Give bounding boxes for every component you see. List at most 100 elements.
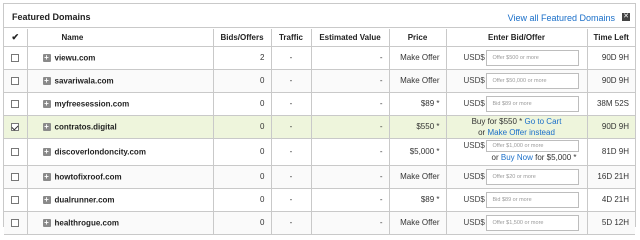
domain-name[interactable]: contratos.digital: [55, 122, 117, 131]
expand-plus-icon[interactable]: +: [42, 172, 51, 181]
time-left: 16D 21H: [587, 165, 635, 189]
currency-label: USD$: [463, 98, 485, 108]
domain-name[interactable]: savariwala.com: [55, 76, 114, 85]
bid-input[interactable]: Bid $89 or more: [485, 191, 579, 208]
row-checkbox[interactable]: [11, 172, 20, 181]
expand-plus-icon[interactable]: +: [42, 53, 51, 62]
table-row-selected: + contratos.digital 0 - - $550 * Buy for …: [4, 115, 635, 139]
bid-input[interactable]: Offer $20 or more: [485, 168, 579, 185]
col-enter-bid: Enter Bid/Offer: [446, 29, 588, 47]
time-left: 5D 12H: [587, 211, 635, 235]
price: $550 *: [389, 115, 447, 139]
col-time-left[interactable]: Time Left: [587, 29, 635, 47]
estimated-value: -: [311, 165, 390, 189]
close-icon[interactable]: ✕: [622, 13, 630, 21]
go-to-cart-link[interactable]: Go to Cart: [525, 117, 562, 126]
bid-input[interactable]: Offer $50,000 or more: [485, 72, 579, 89]
traffic-value: -: [271, 138, 312, 166]
col-price[interactable]: Price: [389, 29, 447, 47]
bids-count: 0: [213, 92, 272, 116]
domain-name[interactable]: myfreesession.com: [55, 99, 130, 108]
currency-label: USD$: [463, 217, 485, 227]
expand-plus-icon[interactable]: +: [42, 218, 51, 227]
currency-label: USD$: [463, 194, 485, 204]
time-left: 81D 9H: [587, 138, 635, 166]
row-checkbox[interactable]: [11, 147, 20, 156]
row-checkbox[interactable]: [11, 218, 20, 227]
buy-now-line: or Buy Now for $5,000 *: [492, 153, 577, 162]
time-left: 90D 9H: [587, 46, 635, 70]
expand-plus-icon[interactable]: +: [42, 122, 51, 131]
panel-header: Featured Domains View all Featured Domai…: [4, 4, 635, 28]
domain-name[interactable]: howtofixroof.com: [55, 172, 122, 181]
domain-name[interactable]: discoverlondoncity.com: [55, 147, 146, 156]
estimated-value: -: [311, 138, 390, 166]
bid-input[interactable]: Offer $1,500 or more: [485, 214, 579, 231]
price: $5,000 *: [389, 138, 447, 166]
price: Make Offer: [389, 46, 447, 70]
row-checkbox-checked[interactable]: [11, 122, 20, 131]
domain-name[interactable]: viewu.com: [55, 53, 96, 62]
or-text: or: [478, 127, 486, 137]
traffic-value: -: [271, 115, 312, 139]
currency-label: USD$: [463, 171, 485, 181]
make-offer-instead-link[interactable]: Make Offer instead: [487, 128, 554, 137]
table-row: + savariwala.com 0 - - Make Offer USD$ Off…: [4, 69, 635, 93]
estimated-value: -: [311, 92, 390, 116]
table-row: + viewu.com 2 - - Make Offer USD$ Offer $5…: [4, 46, 635, 70]
bids-count: 0: [213, 69, 272, 93]
domain-name[interactable]: dualrunner.com: [55, 195, 115, 204]
traffic-value: -: [271, 46, 312, 70]
expand-plus-icon[interactable]: +: [42, 76, 51, 85]
price: $89 *: [389, 188, 447, 212]
estimated-value: -: [311, 211, 390, 235]
time-left: 90D 9H: [587, 115, 635, 139]
estimated-value: -: [311, 188, 390, 212]
panel-title: Featured Domains: [12, 12, 91, 22]
row-checkbox[interactable]: [11, 76, 20, 85]
view-all-link[interactable]: View all Featured Domains: [508, 13, 615, 23]
buy-now-price: for $5,000 *: [535, 152, 577, 162]
currency-label: USD$: [463, 140, 485, 150]
expand-plus-icon[interactable]: +: [42, 147, 51, 156]
table-row: + myfreesession.com 0 - - $89 * USD$ Bid $…: [4, 92, 635, 116]
bid-input[interactable]: Offer $1,000 or more: [485, 139, 579, 152]
row-checkbox[interactable]: [11, 195, 20, 204]
domain-name[interactable]: healthrogue.com: [55, 218, 119, 227]
col-estimated-value[interactable]: Estimated Value: [311, 29, 390, 47]
bids-count: 0: [213, 165, 272, 189]
select-all-checkmark[interactable]: ✔: [4, 29, 28, 47]
time-left: 4D 21H: [587, 188, 635, 212]
domains-table: ✔ Name Bids/Offers Traffic Estimated Val…: [4, 29, 635, 235]
row-checkbox[interactable]: [11, 53, 20, 62]
estimated-value: -: [311, 115, 390, 139]
table-row: + howtofixroof.com 0 - - Make Offer USD$ O…: [4, 165, 635, 189]
traffic-value: -: [271, 211, 312, 235]
price: $89 *: [389, 92, 447, 116]
traffic-value: -: [271, 92, 312, 116]
bids-count: 0: [213, 188, 272, 212]
table-row: + discoverlondoncity.com 0 - - $5,000 * U…: [4, 138, 635, 166]
or-text: or: [491, 152, 499, 162]
table-header-row: ✔ Name Bids/Offers Traffic Estimated Val…: [4, 29, 635, 47]
table-row: + dualrunner.com 0 - - $89 * USD$ Bid $89 …: [4, 188, 635, 212]
currency-label: USD$: [463, 52, 485, 62]
traffic-value: -: [271, 188, 312, 212]
buy-now-info: Buy for $550 * Go to Cart: [447, 116, 587, 127]
bids-count: 0: [213, 138, 272, 166]
price: Make Offer: [389, 165, 447, 189]
bid-input[interactable]: Bid $89 or more: [485, 95, 579, 112]
featured-domains-panel: Featured Domains View all Featured Domai…: [3, 3, 636, 235]
expand-plus-icon[interactable]: +: [42, 99, 51, 108]
row-checkbox[interactable]: [11, 99, 20, 108]
traffic-value: -: [271, 165, 312, 189]
expand-plus-icon[interactable]: +: [42, 195, 51, 204]
bid-input[interactable]: Offer $500 or more: [485, 49, 579, 66]
col-name[interactable]: Name: [27, 29, 214, 47]
price: Make Offer: [389, 69, 447, 93]
bids-count: 2: [213, 46, 272, 70]
col-traffic[interactable]: Traffic: [271, 29, 312, 47]
estimated-value: -: [311, 69, 390, 93]
col-bids[interactable]: Bids/Offers: [213, 29, 272, 47]
buy-now-link[interactable]: Buy Now: [501, 153, 533, 162]
